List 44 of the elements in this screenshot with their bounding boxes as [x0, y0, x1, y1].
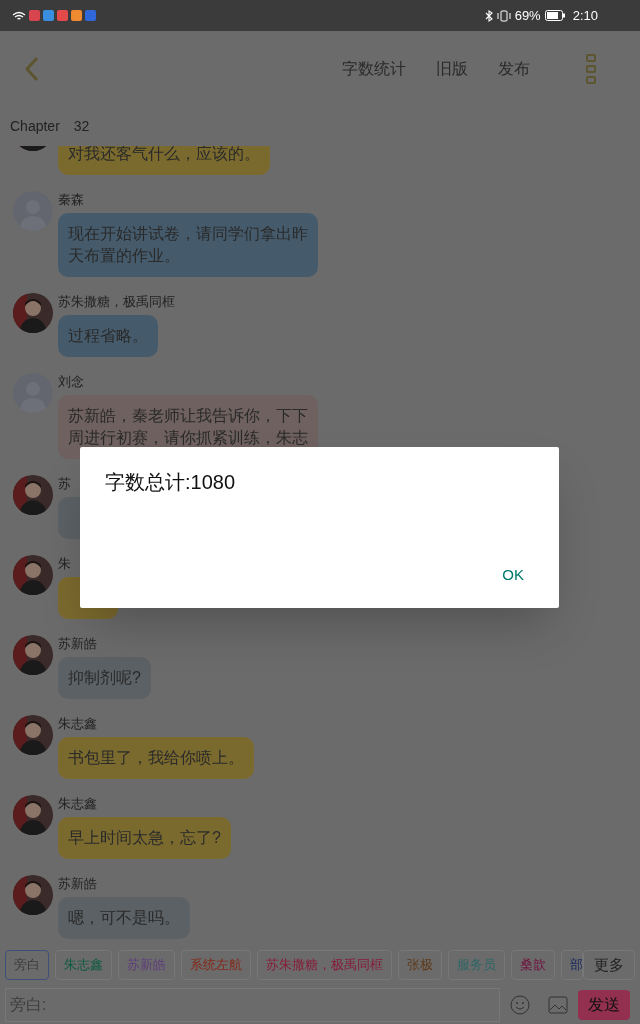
battery-icon: [544, 10, 565, 21]
app-icon: [71, 10, 82, 21]
toolbar-action[interactable]: 发布: [498, 56, 530, 81]
toolbar-action[interactable]: 旧版: [436, 56, 468, 81]
sender-name: 苏新皓: [58, 875, 97, 893]
role-chip[interactable]: 朱志鑫: [55, 950, 112, 980]
vibrate-icon: [496, 9, 511, 22]
sender-name: 苏朱撒糖，极禹同框: [58, 293, 175, 311]
app-icon: [29, 10, 40, 21]
wifi-icon: [12, 10, 26, 21]
message-bubble: 抑制剂呢?: [58, 657, 151, 699]
chapter-number: 32: [73, 116, 90, 136]
app-icon: [85, 10, 96, 21]
ok-button[interactable]: OK: [492, 559, 534, 590]
image-icon[interactable]: [548, 995, 568, 1014]
clock: 2:10: [572, 6, 598, 25]
role-chip[interactable]: 部: [561, 950, 583, 980]
battery-percent: 69%: [514, 6, 541, 25]
message-bubble: 书包里了，我给你喷上。: [58, 737, 254, 779]
bluetooth-icon: [484, 9, 493, 22]
sender-name: 刘念: [58, 373, 84, 391]
role-chip[interactable]: 桑歆: [511, 950, 555, 980]
emoji-icon[interactable]: [510, 994, 530, 1015]
message-bubble: 过程省略。: [58, 315, 158, 357]
sender-name: 苏: [58, 475, 71, 493]
app-icon: [43, 10, 54, 21]
sender-name: 秦森: [58, 191, 84, 209]
chapter-label: Chapter: [10, 116, 60, 136]
message-bubble: 早上时间太急，忘了?: [58, 817, 231, 859]
role-chip[interactable]: 苏朱撒糖，极禹同框: [257, 950, 392, 980]
app-icon: [57, 10, 68, 21]
message-bubble: 现在开始讲试卷，请同学们拿出昨天布置的作业。: [58, 213, 318, 277]
sender-name: 朱: [58, 555, 71, 573]
more-button[interactable]: 更多: [583, 950, 635, 980]
message-bubble: 对我还客气什么，应该的。: [58, 146, 270, 175]
sender-name: 苏新皓: [58, 635, 97, 653]
role-chip[interactable]: 张极: [398, 950, 442, 980]
dialog-message: 字数总计:1080: [105, 470, 237, 495]
send-button[interactable]: 发送: [578, 989, 630, 1020]
message-bubble: 嗯，可不是吗。: [58, 897, 190, 939]
toolbar-action[interactable]: 字数统计: [342, 56, 406, 81]
role-chip[interactable]: 系统左航: [181, 950, 251, 980]
sender-name: 朱志鑫: [58, 795, 97, 813]
sender-name: 朱志鑫: [58, 715, 97, 733]
